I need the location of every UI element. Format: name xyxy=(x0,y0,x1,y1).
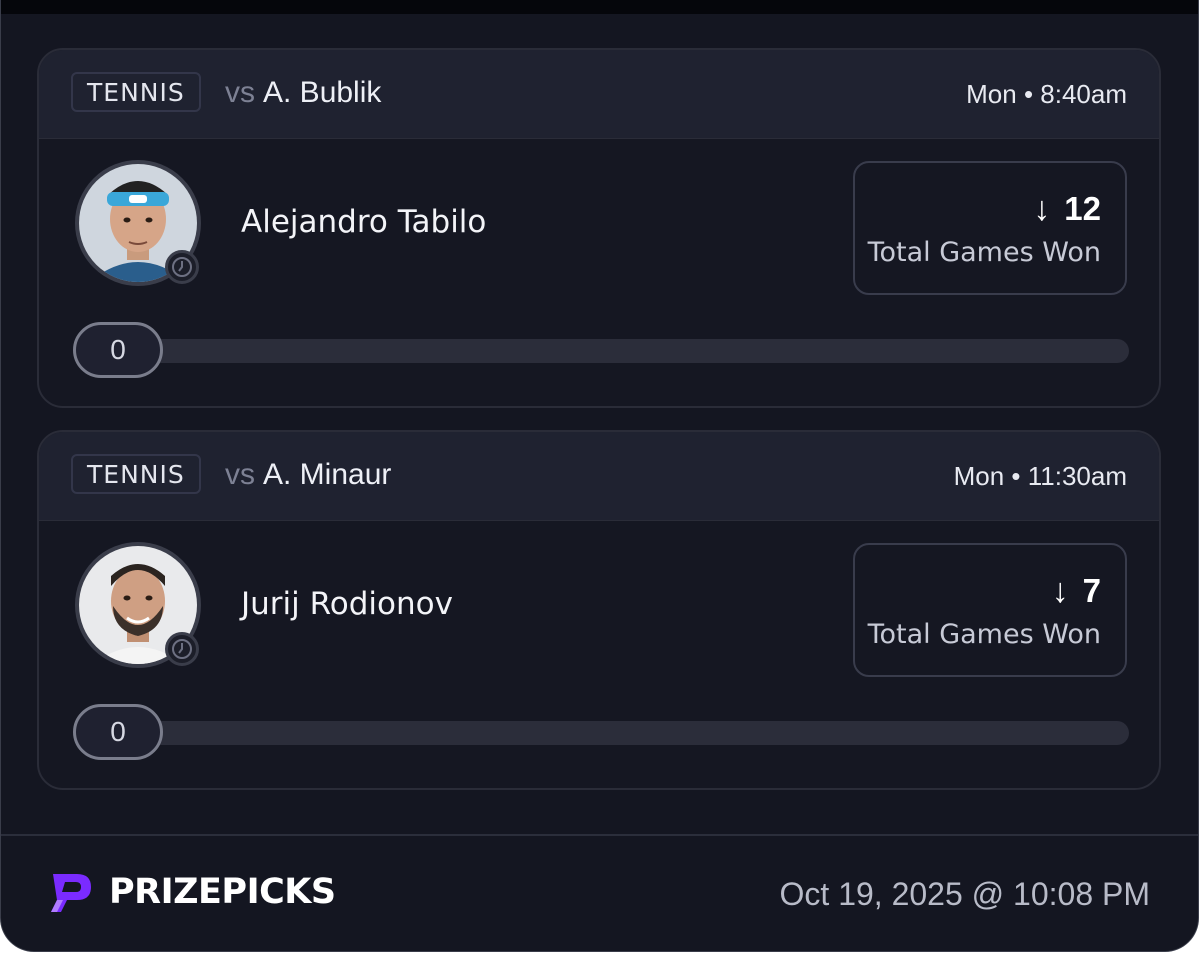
progress-value: 0 xyxy=(73,322,163,378)
sport-badge: TENNIS xyxy=(71,72,201,112)
top-bar xyxy=(1,0,1198,14)
pick-card[interactable]: TENNIS vs A. Minaur Mon • 11:30am Jurij … xyxy=(37,430,1161,790)
prop-line: ↓ 12 xyxy=(1033,189,1101,229)
prop-box[interactable]: ↓ 12 Total Games Won xyxy=(853,161,1127,295)
sport-badge: TENNIS xyxy=(71,454,201,494)
vs-label: vs xyxy=(225,458,255,491)
prop-line-value: 7 xyxy=(1082,572,1101,609)
opponent-name: A. Bublik xyxy=(263,76,382,109)
timestamp: Oct 19, 2025 @ 10:08 PM xyxy=(779,876,1150,912)
pick-card[interactable]: TENNIS vs A. Bublik Mon • 8:40am Alejand… xyxy=(37,48,1161,408)
pick-card-frame: TENNIS vs A. Bublik Mon • 8:40am Alejand… xyxy=(0,0,1199,952)
game-time: Mon • 11:30am xyxy=(953,461,1127,491)
prizepicks-logo-icon xyxy=(51,874,91,912)
progress-track xyxy=(139,721,1129,745)
arrow-down-icon: ↓ xyxy=(1033,190,1051,228)
opponent-name: A. Minaur xyxy=(263,458,392,491)
prop-line: ↓ 7 xyxy=(1052,571,1101,611)
brand-name: PRIZEPICKS xyxy=(109,872,336,912)
pick-card-header: TENNIS vs A. Minaur Mon • 11:30am xyxy=(39,432,1159,521)
footer-divider xyxy=(1,834,1198,836)
arrow-down-icon: ↓ xyxy=(1051,572,1069,610)
vs-label: vs xyxy=(225,76,255,109)
progress-track xyxy=(139,339,1129,363)
brand-logo: PRIZEPICKS xyxy=(49,870,336,914)
matchup: vs A. Bublik xyxy=(225,74,381,112)
player-name: Alejandro Tabilo xyxy=(241,204,487,240)
prop-line-value: 12 xyxy=(1064,190,1101,227)
clock-icon xyxy=(165,250,199,284)
pick-card-header: TENNIS vs A. Bublik Mon • 8:40am xyxy=(39,50,1159,139)
matchup: vs A. Minaur xyxy=(225,456,391,494)
clock-icon xyxy=(165,632,199,666)
prop-box[interactable]: ↓ 7 Total Games Won xyxy=(853,543,1127,677)
prop-stat: Total Games Won xyxy=(867,237,1101,268)
prop-stat: Total Games Won xyxy=(867,619,1101,650)
progress-value: 0 xyxy=(73,704,163,760)
game-time: Mon • 8:40am xyxy=(966,79,1127,109)
player-name: Jurij Rodionov xyxy=(241,586,453,622)
